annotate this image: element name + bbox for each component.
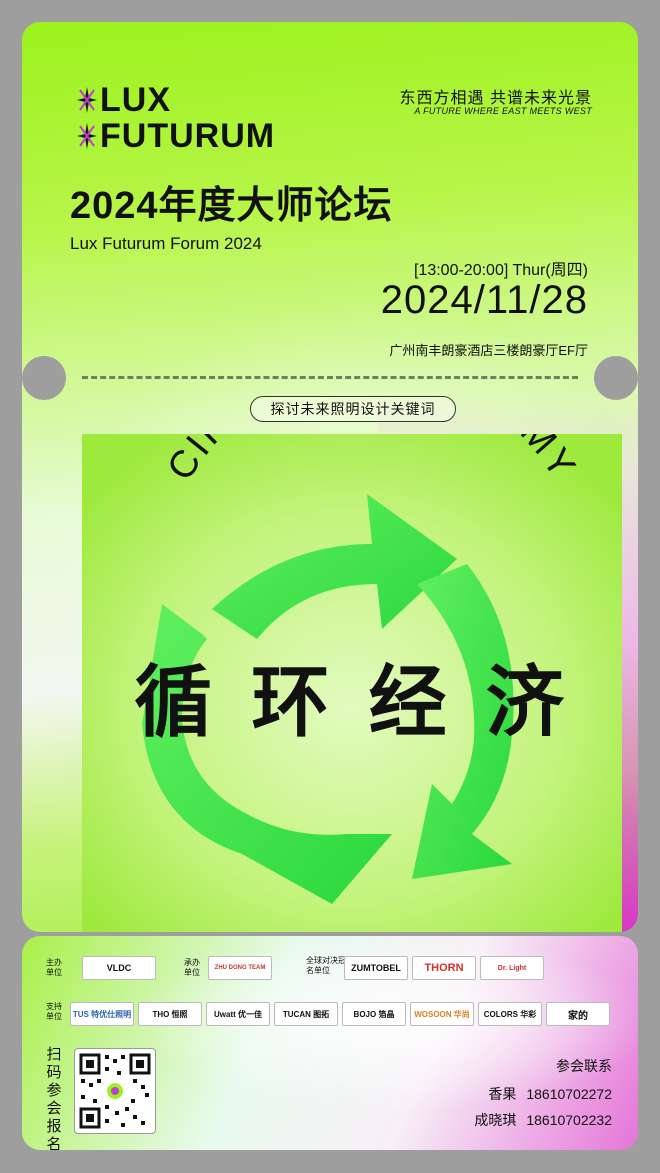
registration-qr-code[interactable] (74, 1048, 156, 1134)
contact-phone[interactable]: 18610702272 (526, 1086, 612, 1102)
forum-subtitle: Lux Futurum Forum 2024 (70, 234, 262, 253)
sponsor-card: 主办单位 VLDC 承办单位 ZHU DONG TEAM 全球对决冠名单位 ZU… (22, 936, 638, 1150)
host-logo-vldc: VLDC (82, 956, 156, 980)
keyword-pill: 探讨未来照明设计关键词 (250, 396, 456, 422)
logo-line1: LUX (100, 81, 171, 119)
recycle-arrows-graphic: CIRCULAR ECONOMY 循 环 经 济 (82, 434, 622, 932)
tagline-cn: 东西方相遇 共谱未来光景 (399, 90, 592, 107)
ticket-notch-right (594, 356, 638, 400)
ticket-perforation (82, 376, 578, 379)
forum-title: 2024年度大师论坛 (70, 185, 393, 227)
support-label: 支持单位 (46, 1002, 62, 1021)
title-sponsor-label: 全球对决冠名单位 (306, 956, 346, 975)
support-logo: WOSOON 华尚 (410, 1002, 474, 1026)
ticket-notch-left (22, 356, 66, 400)
sparkle-icon (77, 123, 97, 149)
title-logo-zumtobel: ZUMTOBEL (344, 956, 408, 980)
contact-row: 香果 18610702272 (488, 1084, 612, 1104)
event-venue: 广州南丰朗豪酒店三楼朗豪厅EF厅 (389, 343, 588, 358)
event-date: 2024/11/28 (380, 278, 588, 322)
scan-to-register-label: 扫码参会报名 (46, 1046, 62, 1150)
lux-futurum-logo: LUX FUTURUM (76, 82, 275, 154)
organizer-logo: ZHU DONG TEAM (208, 956, 272, 980)
support-logo: Uwatt 优一佳 (206, 1002, 270, 1026)
event-ticket-card: LUX FUTURUM 2024年度大师论坛 Lux Futurum Forum… (22, 22, 638, 932)
organizer-label: 承办单位 (184, 958, 200, 977)
event-time: [13:00-20:00] Thur(周四) (413, 262, 588, 279)
sparkle-icon (77, 87, 97, 113)
contact-name: 香果 (488, 1086, 517, 1102)
tagline-en: A FUTURE WHERE EAST MEETS WEST (414, 106, 592, 116)
support-logo: 家的 (546, 1002, 610, 1026)
support-logo: TUCAN 图拓 (274, 1002, 338, 1026)
contact-row: 成晓琪 18610702232 (474, 1110, 612, 1130)
title-logo-drlight: Dr. Light (480, 956, 544, 980)
support-logo: THO 恒照 (138, 1002, 202, 1026)
contact-name: 成晓琪 (474, 1112, 517, 1128)
circular-economy-artwork: CIRCULAR ECONOMY 循 环 经 济 (82, 434, 622, 932)
logo-line2: FUTURUM (100, 117, 276, 155)
contact-phone[interactable]: 18610702232 (526, 1112, 612, 1128)
support-logo: BOJO 箔晶 (342, 1002, 406, 1026)
title-logo-thorn: THORN (412, 956, 476, 980)
host-label: 主办单位 (46, 958, 62, 977)
contact-title: 参会联系 (556, 1058, 612, 1074)
support-logo: COLORS 华彩 (478, 1002, 542, 1026)
support-logo: TUS 特优仕照明 (70, 1002, 134, 1026)
circular-economy-title-cn: 循 环 经 济 (134, 658, 569, 748)
